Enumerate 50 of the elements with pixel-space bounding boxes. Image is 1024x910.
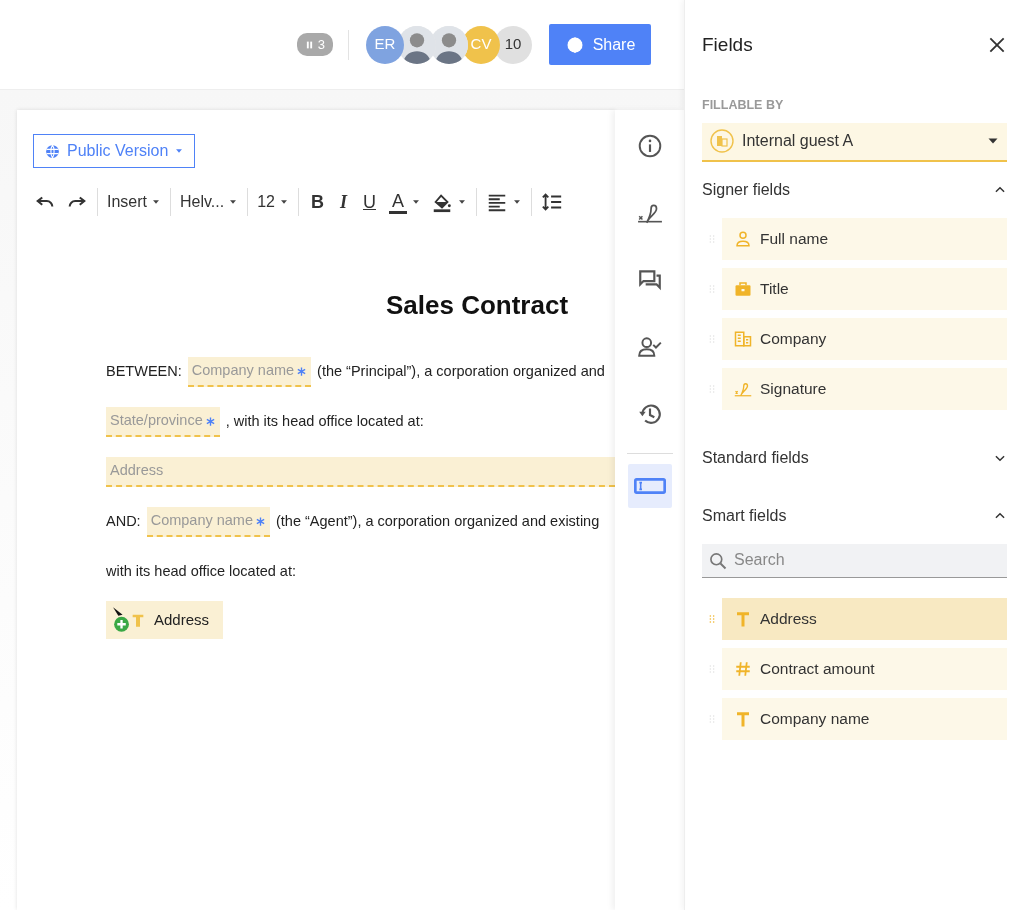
- cursor-add-icon: [112, 607, 130, 633]
- fillable-by-label: FILLABLE BY: [702, 97, 785, 114]
- toolbar-dropdown[interactable]: Helv...: [177, 188, 242, 216]
- document-title: Sales Contract: [386, 289, 570, 322]
- text-field-icon: [734, 609, 752, 628]
- close-icon: [987, 35, 1007, 55]
- toolbar-dropdown[interactable]: Insert: [104, 188, 164, 216]
- paused-badge: 3: [296, 32, 333, 57]
- person-icon: [734, 229, 752, 248]
- dragged-field[interactable]: Address: [106, 601, 224, 639]
- rail-button[interactable]: [627, 464, 672, 508]
- section-header[interactable]: Standard fields: [702, 429, 1007, 486]
- fillable-by-dropdown[interactable]: Internal guest A: [702, 122, 1007, 162]
- field-item[interactable]: Full name: [722, 217, 1007, 260]
- text-field-icon: [130, 612, 146, 628]
- document-text: BETWEEN:: [106, 362, 182, 382]
- person-check-icon: [636, 334, 663, 360]
- share-button[interactable]: Share: [549, 24, 651, 65]
- line-spacing-icon: [541, 191, 563, 213]
- section-header[interactable]: Signer fields: [702, 161, 1007, 218]
- underline-button[interactable]: U: [357, 188, 382, 216]
- comments-icon: [636, 267, 663, 293]
- number-icon: [734, 659, 752, 678]
- bold-button[interactable]: B: [304, 188, 330, 216]
- info-icon: [636, 133, 663, 159]
- section-header[interactable]: Smart fields: [702, 487, 1007, 544]
- text-color-button[interactable]: A: [386, 188, 424, 216]
- field-item[interactable]: Signature: [722, 367, 1007, 410]
- field-item[interactable]: Company: [722, 317, 1007, 360]
- document-text: with its head office located at:: [106, 562, 296, 582]
- search-icon: [708, 550, 728, 571]
- pause-icon: [304, 39, 314, 50]
- field-item[interactable]: Address: [722, 597, 1007, 640]
- briefcase-icon: [734, 279, 752, 298]
- document-text: , with its head office located at:: [225, 412, 424, 432]
- building-icon: [734, 329, 752, 348]
- document-text: AND:: [106, 512, 141, 532]
- version-dropdown[interactable]: Public Version: [33, 134, 196, 168]
- field-item[interactable]: Title: [722, 267, 1007, 310]
- document-text: (the “Principal”), a corporation organized and: [317, 362, 605, 382]
- italic-button[interactable]: I: [333, 188, 353, 216]
- text-field-icon: [734, 709, 752, 728]
- close-button[interactable]: [987, 35, 1007, 55]
- field-item[interactable]: Contract amount: [722, 647, 1007, 690]
- building-icon: [710, 129, 734, 154]
- field-item[interactable]: Company name: [722, 697, 1007, 740]
- document-text: (the “Agent”), a corporation organized and existing: [276, 512, 600, 532]
- search-field[interactable]: Search: [702, 543, 1007, 578]
- toolbar-dropdown[interactable]: 12: [254, 188, 292, 216]
- panel-title: Fields: [702, 32, 753, 57]
